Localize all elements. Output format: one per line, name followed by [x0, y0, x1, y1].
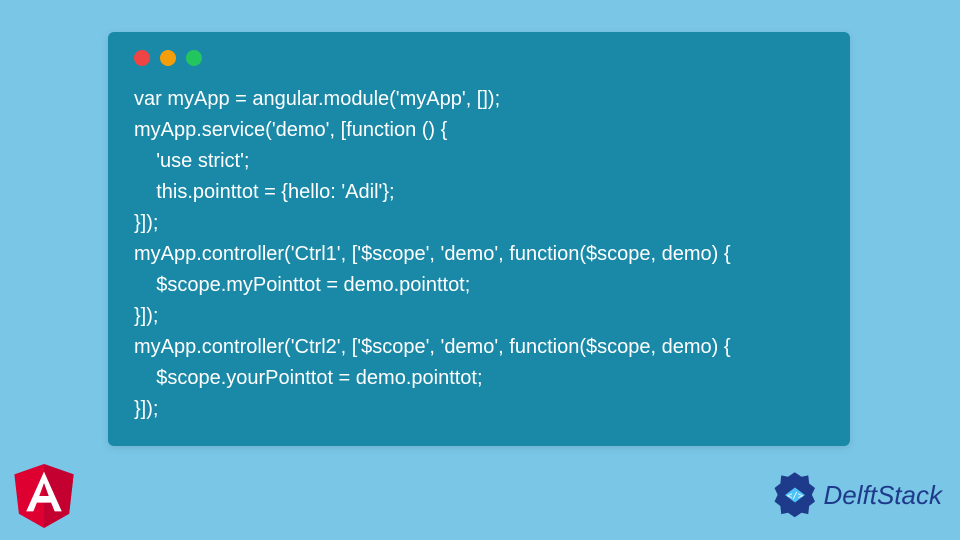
window-controls	[134, 50, 824, 66]
svg-text:</>: </>	[786, 492, 803, 502]
delftstack-brand: </> DelftStack	[770, 470, 943, 520]
code-window: var myApp = angular.module('myApp', []);…	[108, 32, 850, 446]
maximize-dot	[186, 50, 202, 66]
delftstack-icon: </>	[770, 470, 820, 520]
delftstack-text: DelftStack	[824, 480, 943, 511]
angular-icon	[14, 464, 74, 528]
minimize-dot	[160, 50, 176, 66]
code-content: var myApp = angular.module('myApp', []);…	[134, 84, 824, 425]
close-dot	[134, 50, 150, 66]
